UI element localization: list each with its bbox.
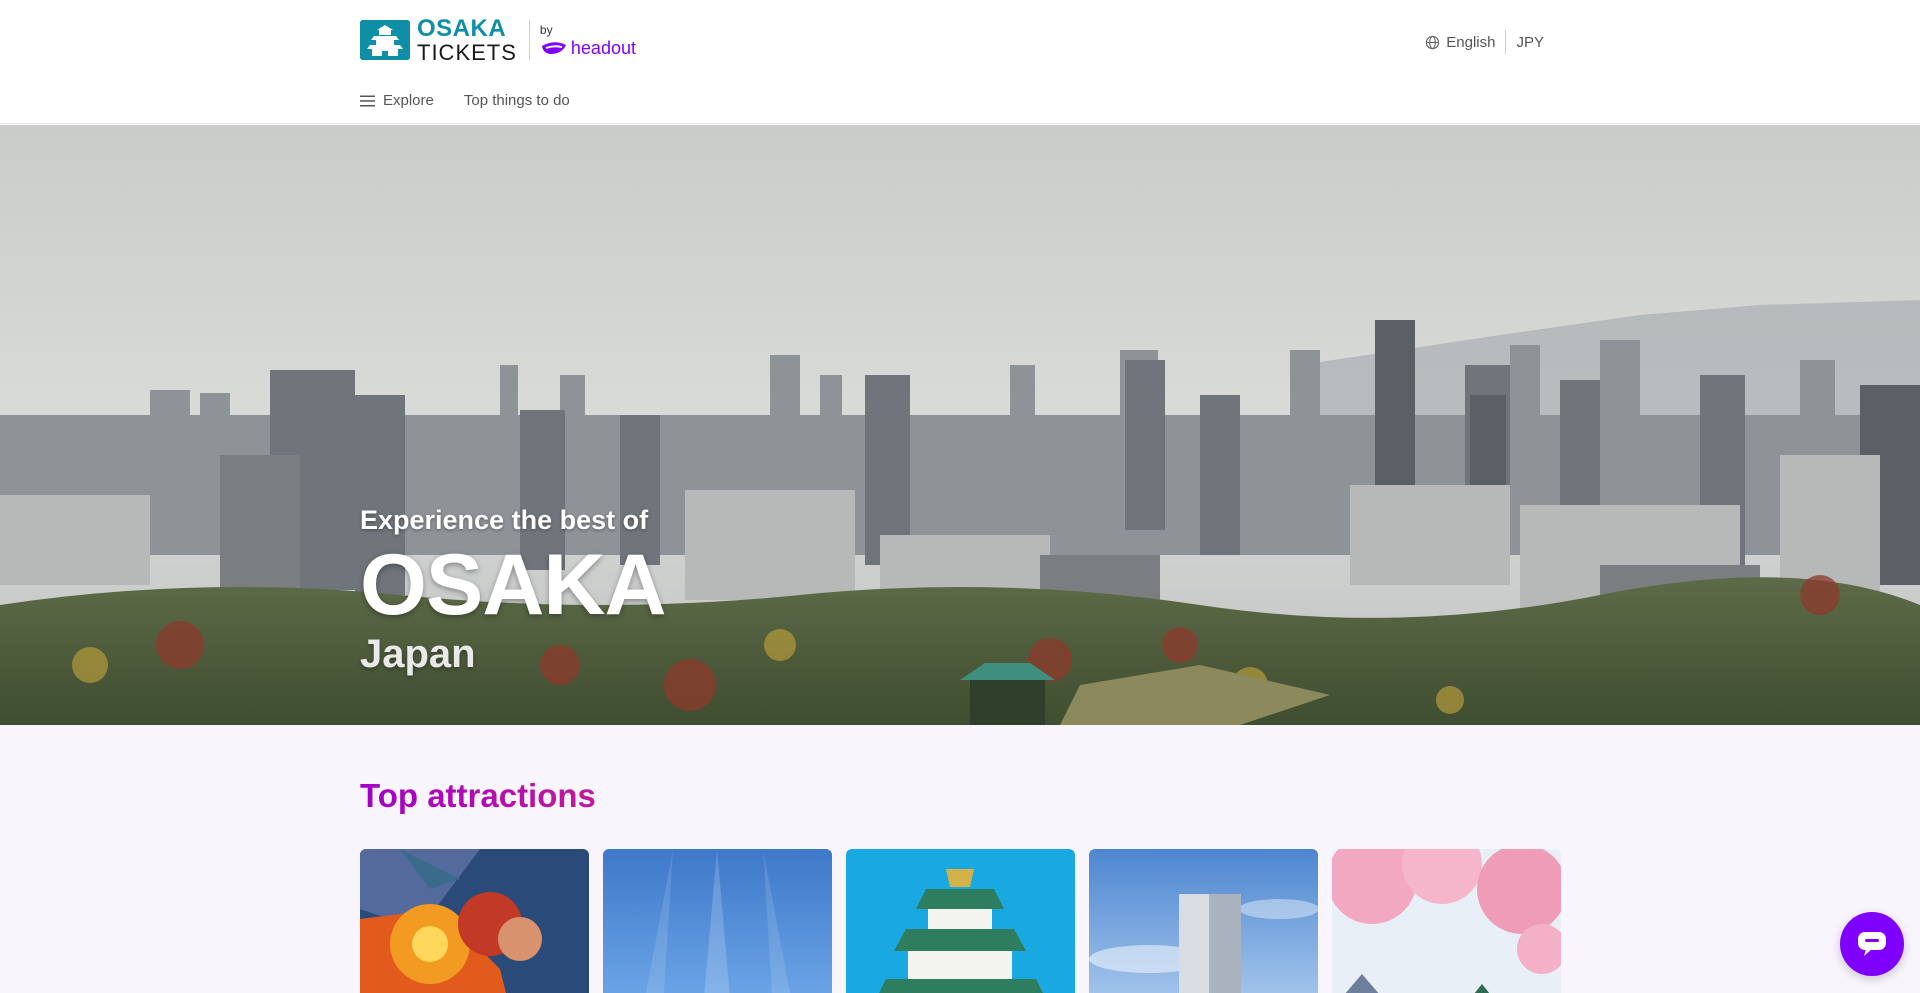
menu-icon <box>360 95 375 107</box>
attraction-card-2[interactable] <box>603 849 832 993</box>
language-selector[interactable]: English <box>1446 34 1495 51</box>
section-title: Top attractions <box>360 777 596 814</box>
top-attractions-section: Top attractions <box>0 725 1920 993</box>
headout-brand-text: headout <box>570 37 636 58</box>
headout-logo-icon <box>541 41 566 54</box>
attraction-card-3[interactable] <box>846 849 1075 993</box>
logo-by-text: by <box>539 22 553 37</box>
hero-subtitle: Experience the best of <box>360 505 649 535</box>
chat-icon <box>1858 932 1886 956</box>
explore-label: Explore <box>383 92 434 109</box>
locale-divider <box>1505 30 1507 54</box>
logo-divider <box>528 20 530 60</box>
hero-cityscape-image <box>0 125 1920 725</box>
top-things-link[interactable]: Top things to do <box>464 92 570 109</box>
attraction-card-4[interactable] <box>1089 849 1318 993</box>
explore-menu-button[interactable]: Explore <box>360 92 434 109</box>
logo-line-1: OSAKA <box>417 14 507 42</box>
chat-button[interactable] <box>1840 912 1904 976</box>
site-header: OSAKA TICKETS by headout English JPY Exp… <box>0 0 1920 124</box>
attraction-card-5[interactable] <box>1332 849 1561 993</box>
hero-banner: Experience the best of OSAKA Japan <box>0 125 1920 725</box>
castle-icon <box>360 20 410 60</box>
attraction-cards <box>360 849 1561 993</box>
currency-selector[interactable]: JPY <box>1516 34 1544 51</box>
hero-title: OSAKA <box>360 537 667 633</box>
site-logo[interactable]: OSAKA TICKETS by headout <box>360 14 636 65</box>
main-nav: Explore Top things to do <box>360 92 570 109</box>
hero-country: Japan <box>360 632 476 676</box>
logo-line-2: TICKETS <box>417 39 517 65</box>
globe-icon <box>1425 35 1440 50</box>
locale-switcher: English JPY <box>1425 30 1544 54</box>
attraction-card-1[interactable] <box>360 849 589 993</box>
